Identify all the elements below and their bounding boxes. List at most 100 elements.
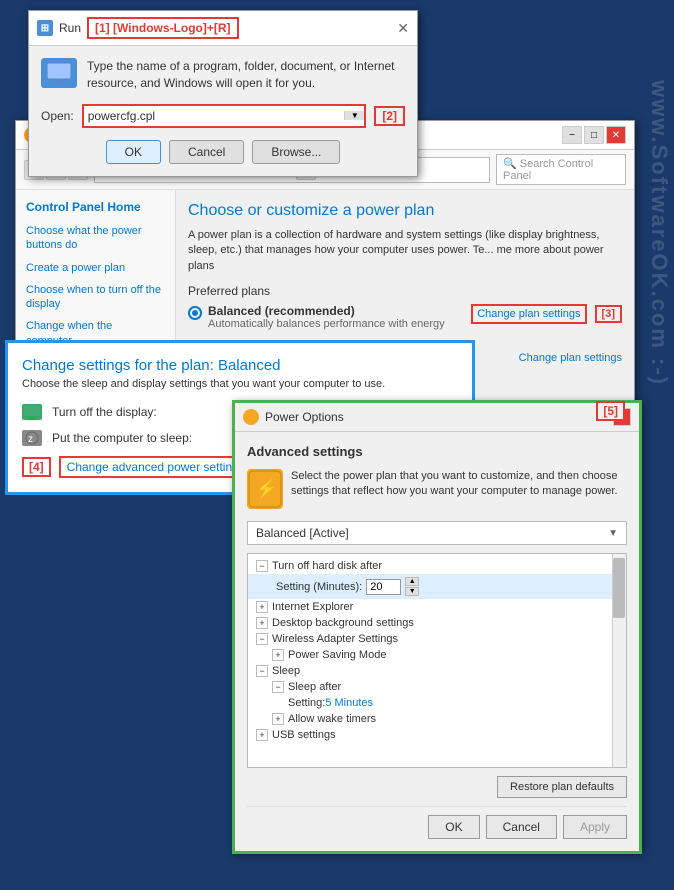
run-input-wrapper: ▼ — [82, 104, 367, 128]
run-ok-button[interactable]: OK — [106, 140, 161, 164]
adv-dropdown-arrow: ▼ — [608, 528, 618, 539]
run-body: Type the name of a program, folder, docu… — [29, 46, 417, 176]
tree-expand-sleep[interactable]: − — [256, 665, 268, 677]
run-dropdown-arrow[interactable]: ▼ — [344, 111, 364, 120]
tree-label-hdd: Turn off hard disk after — [272, 560, 382, 572]
tree-expand-usb[interactable]: + — [256, 729, 268, 741]
adv-desc-text: Select the power plan that you want to c… — [291, 469, 627, 500]
tree-expand-ie[interactable]: + — [256, 601, 268, 613]
scrollbar-thumb[interactable] — [613, 558, 625, 618]
tree-item-ie[interactable]: + Internet Explorer — [248, 599, 626, 615]
adv-ok-button[interactable]: OK — [428, 815, 479, 839]
radio-dot — [192, 310, 198, 316]
tree-item-wireless[interactable]: − Wireless Adapter Settings — [248, 631, 626, 647]
change-settings-subtitle: Choose the sleep and display settings th… — [22, 378, 458, 390]
run-buttons: OK Cancel Browse... — [41, 140, 405, 164]
setting-row-hdd: Setting (Minutes): ▲ ▼ — [248, 574, 626, 599]
change-plan-link[interactable]: Change plan settings — [471, 304, 586, 324]
scrollbar-track — [612, 554, 626, 767]
sidebar-link-2[interactable]: Choose when to turn off the display — [26, 283, 165, 312]
watermark: www.SoftwareOK.com :-) — [646, 80, 674, 386]
change-settings-title: Change settings for the plan: Balanced — [22, 357, 458, 374]
spin-up-hdd[interactable]: ▲ — [405, 577, 419, 586]
tree-item-usb[interactable]: + USB settings — [248, 727, 626, 743]
second-change-plan[interactable]: Change plan settings — [471, 352, 622, 364]
run-titlebar: ⊞ Run [1] [Windows-Logo]+[R] ✕ — [29, 11, 417, 46]
tree-expand-psm[interactable]: + — [272, 649, 284, 661]
spin-down-hdd[interactable]: ▼ — [405, 587, 419, 596]
power-main-desc: A power plan is a collection of hardware… — [188, 228, 622, 274]
sidebar-link-0[interactable]: Choose what the power buttons do — [26, 224, 165, 253]
adv-title-icon — [243, 409, 259, 425]
setting-input-hdd[interactable] — [366, 579, 401, 595]
adv-desc: ⚡ Select the power plan that you want to… — [247, 469, 627, 509]
adv-section-title: Advanced settings — [247, 444, 627, 459]
label-4: [4] — [22, 457, 51, 477]
tree-item-wake[interactable]: + Allow wake timers — [248, 711, 626, 727]
tree-expand-wake[interactable]: + — [272, 713, 284, 725]
tree-item-hdd[interactable]: − Turn off hard disk after — [248, 558, 626, 574]
adv-title-text: Power Options — [265, 410, 344, 424]
tree-label-sleep-after: Sleep after — [288, 681, 341, 693]
tree-label-usb: USB settings — [272, 729, 336, 741]
adv-dropdown-row: Balanced [Active] ▼ — [247, 521, 627, 545]
tree-label-wake: Allow wake timers — [288, 713, 376, 725]
restore-defaults-button[interactable]: Restore plan defaults — [497, 776, 627, 798]
run-title: Run — [59, 21, 81, 35]
adv-body: Advanced settings ⚡ Select the power pla… — [235, 432, 639, 851]
adv-dropdown[interactable]: Balanced [Active] ▼ — [247, 521, 627, 545]
plan-change-col: Change plan settings [3] Change plan set… — [471, 304, 622, 364]
balanced-radio[interactable] — [188, 306, 202, 320]
preferred-label: Preferred plans — [188, 284, 622, 298]
change-advanced-link[interactable]: Change advanced power settings — [59, 456, 253, 478]
plan-row-left: Balanced (recommended) Automatically bal… — [188, 304, 445, 330]
run-desc-text: Type the name of a program, folder, docu… — [87, 58, 405, 92]
tree-expand-wireless[interactable]: − — [256, 633, 268, 645]
plan-desc: Automatically balances performance with … — [208, 318, 445, 330]
sidebar-link-1[interactable]: Create a power plan — [26, 261, 165, 275]
power-minimize-button[interactable]: − — [562, 126, 582, 144]
plan-info: Balanced (recommended) Automatically bal… — [208, 304, 445, 330]
setting-label-hdd: Setting (Minutes): — [276, 581, 362, 593]
adv-dropdown-value: Balanced [Active] — [256, 526, 349, 540]
plan-name: Balanced (recommended) — [208, 304, 445, 318]
label-5: [5] — [596, 401, 625, 421]
run-desc-row: Type the name of a program, folder, docu… — [41, 58, 405, 92]
tree-label-psm: Power Saving Mode — [288, 649, 386, 661]
tree-label-sleep: Sleep — [272, 665, 300, 677]
run-open-label: Open: — [41, 109, 74, 123]
run-close-button[interactable]: ✕ — [397, 20, 409, 37]
sidebar-title[interactable]: Control Panel Home — [26, 200, 165, 214]
run-browse-button[interactable]: Browse... — [252, 140, 340, 164]
adv-apply-button[interactable]: Apply — [563, 815, 627, 839]
run-monitor-icon — [41, 58, 77, 88]
adv-tree: − Turn off hard disk after Setting (Minu… — [247, 553, 627, 768]
label-3: [3] — [595, 305, 622, 323]
adv-action-row: OK Cancel Apply — [247, 806, 627, 839]
tree-item-psm[interactable]: + Power Saving Mode — [248, 647, 626, 663]
adv-title-left: Power Options — [243, 409, 344, 425]
tree-item-sleep[interactable]: − Sleep — [248, 663, 626, 679]
tree-expand-sleep-after[interactable]: − — [272, 681, 284, 693]
setting-spinner-hdd: ▲ ▼ — [405, 577, 419, 596]
run-cancel-button[interactable]: Cancel — [169, 140, 244, 164]
run-dialog: ⊞ Run [1] [Windows-Logo]+[R] ✕ Type the … — [28, 10, 418, 177]
power-close-button[interactable]: ✕ — [606, 126, 626, 144]
advanced-power-dialog: [5] Power Options ? ✕ Advanced settings … — [232, 400, 642, 854]
run-input-label: [2] — [374, 106, 405, 126]
tree-item-desktop[interactable]: + Desktop background settings — [248, 615, 626, 631]
tree-label-desktop: Desktop background settings — [272, 617, 414, 629]
tree-item-sleep-setting: Setting: 5 Minutes — [248, 695, 626, 711]
power-maximize-button[interactable]: □ — [584, 126, 604, 144]
run-titlebar-left: ⊞ Run [1] [Windows-Logo]+[R] — [37, 17, 239, 39]
search-box[interactable]: 🔍 Search Control Panel — [496, 154, 626, 185]
run-input[interactable] — [84, 106, 345, 126]
adv-cancel-button[interactable]: Cancel — [486, 815, 557, 839]
tree-expand-hdd[interactable]: − — [256, 560, 268, 572]
monitor-icon — [22, 404, 42, 420]
sleep-icon: z — [22, 430, 42, 446]
tree-expand-desktop[interactable]: + — [256, 617, 268, 629]
adv-titlebar: Power Options ? ✕ — [235, 403, 639, 432]
tree-item-sleep-after[interactable]: − Sleep after — [248, 679, 626, 695]
tree-label-wireless: Wireless Adapter Settings — [272, 633, 398, 645]
